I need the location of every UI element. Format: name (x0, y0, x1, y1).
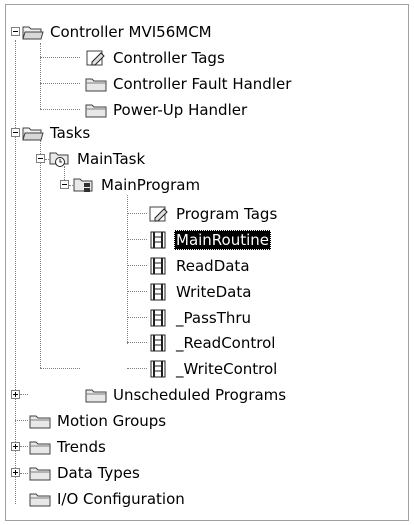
tree-node-trends[interactable]: Trends (29, 435, 108, 459)
tree-connector (40, 140, 41, 368)
tree-node-routine[interactable]: _ReadControl (148, 331, 277, 355)
node-label: Data Types (57, 464, 140, 482)
node-label: _ReadControl (176, 334, 276, 352)
tree-node-controller-fault-handler[interactable]: Controller Fault Handler (85, 72, 293, 96)
collapse-toggle-controller[interactable] (11, 27, 20, 36)
tree-connector (40, 57, 80, 58)
expand-toggle-motion-groups[interactable] (11, 390, 20, 399)
node-label: _WriteControl (176, 360, 278, 378)
collapse-toggle-mainprogram[interactable] (60, 180, 69, 189)
tree-node-motion-groups[interactable]: Motion Groups (29, 409, 168, 433)
node-label: Program Tags (176, 205, 278, 223)
node-label: WriteData (176, 283, 252, 301)
ladder-routine-icon (148, 360, 170, 378)
node-label: MainRoutine (174, 230, 272, 250)
ladder-routine-icon (148, 257, 170, 275)
tree-connector (127, 291, 147, 292)
tree-connector (127, 265, 147, 266)
tree-node-routine[interactable]: MainRoutine (148, 228, 272, 252)
tree-connector (15, 420, 28, 421)
tree-node-io-configuration[interactable]: I/O Configuration (29, 487, 187, 511)
tree-node-routine[interactable]: ReadData (148, 254, 252, 278)
tree-connector (40, 43, 41, 109)
folder-icon (29, 412, 51, 430)
tree-connector (40, 368, 80, 369)
tags-icon (85, 49, 107, 67)
collapse-toggle-tasks[interactable] (11, 128, 20, 137)
tree-node-unscheduled-programs[interactable]: Unscheduled Programs (85, 383, 288, 407)
ladder-routine-icon (148, 231, 170, 249)
collapse-toggle-maintask[interactable] (36, 154, 45, 163)
folder-icon (85, 386, 107, 404)
folder-icon (29, 464, 51, 482)
tree-node-tasks[interactable]: Tasks (22, 121, 92, 145)
ladder-routine-icon (148, 334, 170, 352)
tree-connector (20, 394, 28, 395)
tree-node-mainprogram[interactable]: MainProgram (73, 173, 202, 197)
node-label: ReadData (176, 257, 250, 275)
node-label: MainProgram (101, 176, 201, 194)
tree-connector (40, 109, 80, 110)
node-label: Trends (57, 438, 106, 456)
folder-icon (29, 438, 51, 456)
task-icon (49, 150, 71, 168)
tree-connector (40, 83, 80, 84)
tree-connector (15, 40, 16, 504)
folder-open-icon (22, 23, 44, 41)
tree-connector (127, 317, 147, 318)
tree-node-data-types[interactable]: Data Types (29, 461, 142, 485)
tree-connector (20, 446, 28, 447)
node-label: Unscheduled Programs (113, 386, 287, 404)
folder-icon (85, 101, 107, 119)
ladder-routine-icon (148, 283, 170, 301)
tree-node-routine[interactable]: _PassThru (148, 306, 253, 330)
folder-icon (85, 75, 107, 93)
folder-icon (29, 490, 51, 508)
program-icon (73, 176, 95, 194)
node-label: Power-Up Handler (113, 101, 248, 119)
node-label: MainTask (77, 150, 146, 168)
node-label: _PassThru (176, 309, 252, 327)
tree-node-routine[interactable]: _WriteControl (148, 357, 279, 381)
tags-icon (148, 205, 170, 223)
expand-toggle-data-types[interactable] (11, 442, 20, 451)
tree-connector (20, 473, 28, 474)
tree-node-power-up-handler[interactable]: Power-Up Handler (85, 98, 249, 122)
tree-connector (127, 195, 128, 344)
tree-node-controller[interactable]: Controller MVI56MCM (22, 20, 214, 44)
node-label: I/O Configuration (57, 490, 185, 508)
tree-connector (127, 239, 147, 240)
node-label: Controller MVI56MCM (50, 23, 212, 41)
node-label: Controller Tags (113, 49, 225, 67)
tree-node-maintask[interactable]: MainTask (49, 147, 147, 171)
ladder-routine-icon (148, 309, 170, 327)
tree-node-routine[interactable]: WriteData (148, 280, 253, 304)
tree-connector (127, 213, 147, 214)
tree-node-controller-tags[interactable]: Controller Tags (85, 46, 227, 70)
tree-connector (127, 342, 147, 343)
tree-node-program-tags[interactable]: Program Tags (148, 202, 279, 226)
folder-open-icon (22, 124, 44, 142)
node-label: Controller Fault Handler (113, 75, 292, 93)
tree-connector (127, 368, 147, 369)
expand-toggle-io-configuration[interactable] (11, 468, 20, 477)
node-label: Tasks (50, 124, 91, 142)
node-label: Motion Groups (57, 412, 167, 430)
controller-organizer-tree[interactable]: Controller MVI56MCM Controller Tags Cont… (0, 0, 414, 525)
